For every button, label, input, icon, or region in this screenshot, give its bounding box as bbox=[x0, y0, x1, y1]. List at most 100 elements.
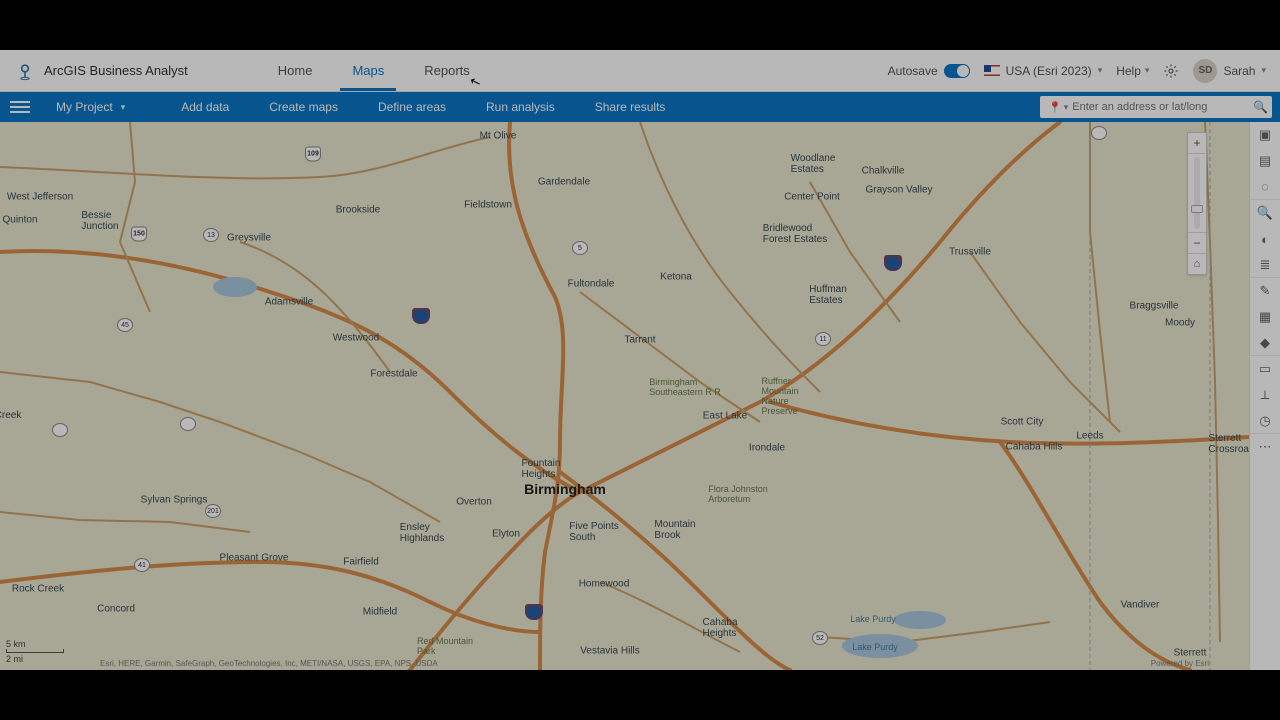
map-label: Woodlane Estates bbox=[791, 153, 836, 175]
dots-icon[interactable]: ⋯ bbox=[1250, 434, 1280, 460]
zoom-thumb[interactable] bbox=[1191, 205, 1203, 213]
map-label: Pleasant Grove bbox=[220, 553, 289, 564]
map-label: Lake Purdy bbox=[850, 614, 896, 624]
app-title: ArcGIS Business Analyst bbox=[44, 63, 188, 78]
map-label: Forestdale bbox=[370, 369, 417, 380]
state-shield-icon bbox=[180, 417, 196, 431]
select-icon[interactable]: ◆ bbox=[1250, 330, 1280, 356]
int-shield-icon bbox=[525, 604, 543, 620]
scale-mi: 2 mi bbox=[6, 654, 64, 664]
tab-add-data[interactable]: Add data bbox=[181, 100, 229, 114]
compass-icon[interactable]: ◌ bbox=[1250, 174, 1280, 200]
map-label: Cahaba Hills bbox=[1006, 442, 1063, 453]
map-label: Creek bbox=[0, 399, 21, 421]
screen-icon[interactable]: ▭ bbox=[1250, 356, 1280, 382]
us-flag-icon bbox=[984, 65, 1000, 76]
map-label: Fairfield bbox=[343, 557, 379, 568]
autosave-toggle[interactable]: Autosave bbox=[888, 64, 970, 78]
zoom-in-button[interactable]: + bbox=[1188, 133, 1206, 153]
map-label: Rock Creek bbox=[12, 584, 64, 595]
map-label: Tarrant bbox=[624, 335, 655, 346]
chevron-down-icon: ▾ bbox=[1098, 65, 1103, 76]
zoom-control: + − ⌂ bbox=[1187, 132, 1207, 275]
search-icon[interactable]: 🔍 bbox=[1253, 100, 1268, 114]
map-label: Gardendale bbox=[538, 177, 590, 188]
avatar: SD bbox=[1193, 59, 1217, 83]
help-label: Help bbox=[1116, 64, 1141, 78]
map-label: Center Point bbox=[784, 192, 840, 203]
user-menu[interactable]: SD Sarah ▾ bbox=[1193, 59, 1266, 83]
zoom-slider[interactable] bbox=[1194, 157, 1200, 229]
map-label: Grayson Valley bbox=[865, 185, 932, 196]
app-logo-icon bbox=[14, 60, 36, 82]
user-name: Sarah bbox=[1223, 64, 1255, 78]
state-shield-icon: 52 bbox=[812, 631, 828, 645]
draw-icon[interactable]: ✎ bbox=[1250, 278, 1280, 304]
map-tool-strip: ▣▤◌🔍◐≣✎▦◆▭⟂◷⋯ bbox=[1249, 122, 1280, 670]
map-label: Westwood bbox=[333, 333, 380, 344]
map-search[interactable]: 📍▾ 🔍 bbox=[1040, 96, 1272, 118]
tab-share-results[interactable]: Share results bbox=[595, 100, 666, 114]
search-icon[interactable]: 🔍 bbox=[1250, 200, 1280, 226]
map-label: Mountain Brook bbox=[654, 519, 695, 541]
tab-home[interactable]: Home bbox=[274, 51, 317, 90]
state-shield-icon: 13 bbox=[203, 228, 219, 242]
workflow-tabs: Add data Create maps Define areas Run an… bbox=[181, 100, 665, 114]
map-label: Vandiver bbox=[1121, 600, 1160, 611]
region-label: USA (Esri 2023) bbox=[1006, 64, 1092, 78]
powered-by: Powered by Esri bbox=[1151, 659, 1209, 668]
state-shield-icon: 201 bbox=[205, 504, 221, 518]
color-icon[interactable]: ◐ bbox=[1250, 226, 1280, 252]
us-shield-icon: 109 bbox=[305, 147, 321, 162]
region-select[interactable]: USA (Esri 2023) ▾ bbox=[984, 64, 1103, 78]
chevron-down-icon: ▾ bbox=[121, 102, 126, 113]
project-select[interactable]: My Project ▾ bbox=[56, 100, 125, 114]
search-input[interactable] bbox=[1072, 101, 1253, 113]
state-shield-icon bbox=[52, 423, 68, 437]
list-icon[interactable]: ≣ bbox=[1250, 252, 1280, 278]
map-label: West Jefferson bbox=[7, 192, 73, 203]
chevron-down-icon: ▾ bbox=[1261, 65, 1266, 76]
zoom-out-button[interactable]: − bbox=[1188, 233, 1206, 253]
map-label: Sterrett bbox=[1174, 648, 1207, 659]
map-canvas[interactable]: Mt OliveGardendaleFieldstownBrooksideGre… bbox=[0, 122, 1249, 670]
map-label: Leeds bbox=[1076, 431, 1103, 442]
state-shield-icon: 41 bbox=[134, 558, 150, 572]
layers-icon[interactable]: ▤ bbox=[1250, 148, 1280, 174]
autosave-label: Autosave bbox=[888, 64, 938, 78]
map-label: Flora Johnston Arboretum bbox=[708, 484, 768, 504]
map-label: Lake Purdy bbox=[852, 642, 898, 652]
map-label: Braggsville bbox=[1130, 301, 1179, 312]
gear-icon[interactable] bbox=[1163, 63, 1179, 79]
map-label: Birmingham Southeastern R R bbox=[649, 377, 721, 397]
map-label: Five Points South bbox=[569, 521, 618, 543]
tab-define-areas[interactable]: Define areas bbox=[378, 100, 446, 114]
tab-run-analysis[interactable]: Run analysis bbox=[486, 100, 555, 114]
ruler-icon[interactable]: ⟂ bbox=[1250, 382, 1280, 408]
state-shield-icon: 45 bbox=[117, 318, 133, 332]
sign-icon[interactable]: ▣ bbox=[1250, 122, 1280, 148]
map-label: Brookside bbox=[336, 205, 380, 216]
pin-icon[interactable]: 📍▾ bbox=[1044, 101, 1072, 114]
map-label: East Lake bbox=[703, 411, 747, 422]
toggle-on-icon[interactable] bbox=[944, 64, 970, 78]
tab-reports[interactable]: Reports bbox=[420, 51, 474, 90]
tab-create-maps[interactable]: Create maps bbox=[269, 100, 338, 114]
hamburger-icon[interactable] bbox=[10, 101, 30, 113]
map-label: Trussville bbox=[949, 247, 991, 258]
basemap-icon[interactable]: ▦ bbox=[1250, 304, 1280, 330]
time-icon[interactable]: ◷ bbox=[1250, 408, 1280, 434]
help-menu[interactable]: Help ▾ bbox=[1116, 64, 1149, 78]
map-label: Fieldstown bbox=[464, 200, 512, 211]
attribution: Esri, HERE, Garmin, SafeGraph, GeoTechno… bbox=[100, 659, 438, 668]
tab-maps[interactable]: Maps bbox=[348, 51, 388, 90]
int-shield-icon bbox=[412, 308, 430, 324]
map-label: Irondale bbox=[749, 443, 785, 454]
map-label: Quinton bbox=[2, 215, 37, 226]
map-label: Ensley Highlands bbox=[400, 522, 444, 544]
map-label: Homewood bbox=[579, 579, 630, 590]
city-label-main: Birmingham bbox=[524, 481, 606, 497]
state-shield-icon: 11 bbox=[815, 332, 831, 346]
zoom-home-button[interactable]: ⌂ bbox=[1188, 254, 1206, 274]
workflow-bar: My Project ▾ Add data Create maps Define… bbox=[0, 92, 1280, 122]
